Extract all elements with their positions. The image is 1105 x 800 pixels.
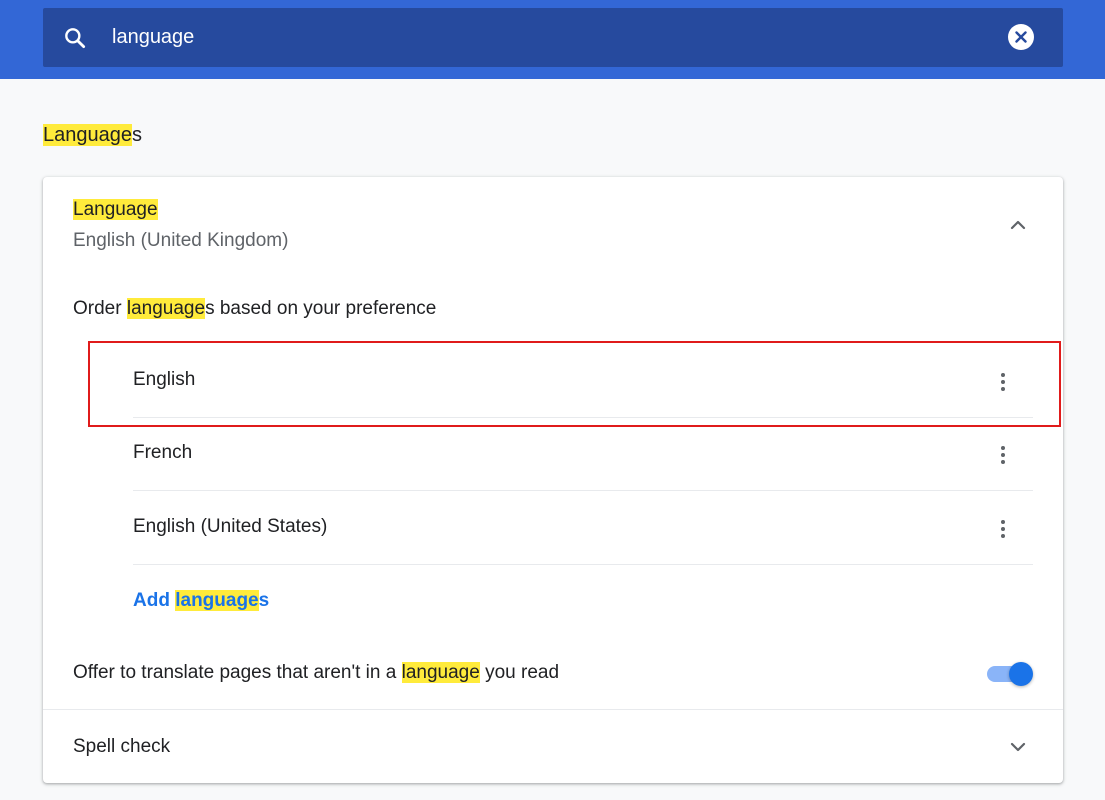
languages-card: Language English (United Kingdom) Order … [43,177,1063,783]
search-highlight: Language [43,124,132,146]
offer-translate-toggle[interactable] [987,662,1033,686]
more-vert-icon [1001,520,1005,538]
order-languages-label: Order languages based on your preference [73,298,437,319]
current-language: English (United Kingdom) [73,230,289,251]
search-input[interactable] [112,22,972,52]
spell-check-label: Spell check [73,736,171,757]
more-vert-icon [1001,446,1005,464]
language-name: English (United States) [133,516,328,537]
search-highlight: Language [73,199,158,220]
language-panel-title[interactable]: Language [73,199,158,221]
search-highlight: language [126,298,206,319]
offer-translate-label: Offer to translate pages that aren't in … [73,662,560,683]
expand-spell-check-button[interactable] [1006,735,1030,759]
close-circle-icon [1015,31,1027,43]
collapse-language-button[interactable] [1006,213,1030,237]
toggle-knob [1009,662,1033,686]
chevron-up-icon [1010,220,1026,230]
language-more-button[interactable] [991,443,1015,467]
spell-check-row[interactable]: Spell check [43,710,1063,783]
search-highlight: language [175,590,259,611]
add-languages-link[interactable]: Add languages [133,590,269,612]
search-highlight: language [401,662,480,683]
section-title-languages: Languages [43,124,142,146]
language-row-french: French [133,418,1033,491]
chevron-down-icon [1010,742,1026,752]
language-row-english-us: English (United States) [133,492,1033,565]
annotation-highlight-box [88,341,1061,427]
clear-search-button[interactable] [1008,24,1034,50]
language-name: French [133,442,193,463]
language-more-button[interactable] [991,517,1015,541]
settings-header [0,0,1105,79]
search-icon [62,25,88,51]
